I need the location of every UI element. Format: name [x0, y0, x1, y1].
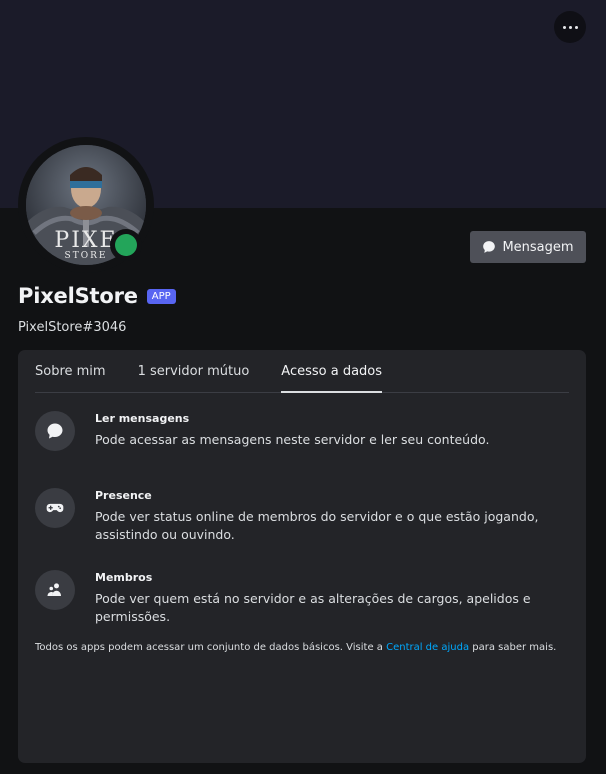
message-button[interactable]: Mensagem [470, 231, 586, 263]
online-status-dot [115, 234, 137, 256]
perm-icon-wrapper [35, 570, 75, 610]
permission-title: Ler mensagens [95, 412, 190, 425]
status-indicator [110, 229, 142, 261]
help-center-link[interactable]: Central de ajuda [386, 642, 469, 653]
app-badge: APP [146, 288, 176, 304]
username[interactable]: PixelStore#3046 [18, 320, 126, 335]
footer-text-after: para saber mais. [469, 642, 557, 653]
display-name: PixelStore [18, 284, 138, 308]
tab-mutual-servers[interactable]: 1 servidor mútuo [138, 350, 250, 392]
perm-icon-wrapper [35, 411, 75, 451]
info-panel: Sobre mim 1 servidor mútuo Acesso a dado… [18, 350, 586, 763]
permission-title: Presence [95, 489, 152, 502]
permission-title: Membros [95, 571, 153, 584]
chat-bubble-icon [483, 241, 496, 253]
name-row: PixelStore APP [18, 284, 176, 308]
permission-description: Pode ver status online de membros do ser… [95, 509, 539, 542]
message-button-label: Mensagem [502, 239, 574, 255]
more-options-button[interactable] [554, 11, 586, 43]
data-access-footer: Todos os apps podem acessar um conjunto … [35, 641, 575, 655]
permission-description: Pode acessar as mensagens neste servidor… [95, 432, 490, 447]
perm-icon-wrapper [35, 488, 75, 528]
chat-bubble-icon [47, 423, 63, 439]
tab-bar: Sobre mim 1 servidor mútuo Acesso a dado… [35, 350, 569, 393]
permission-description: Pode ver quem está no servidor e as alte… [95, 591, 531, 624]
people-icon [47, 583, 61, 596]
footer-text-before: Todos os apps podem acessar um conjunto … [35, 642, 387, 653]
more-horizontal-icon [562, 25, 578, 29]
tab-about-me[interactable]: Sobre mim [35, 350, 106, 392]
tab-data-access[interactable]: Acesso a dados [281, 350, 382, 393]
gamepad-icon [46, 503, 64, 513]
